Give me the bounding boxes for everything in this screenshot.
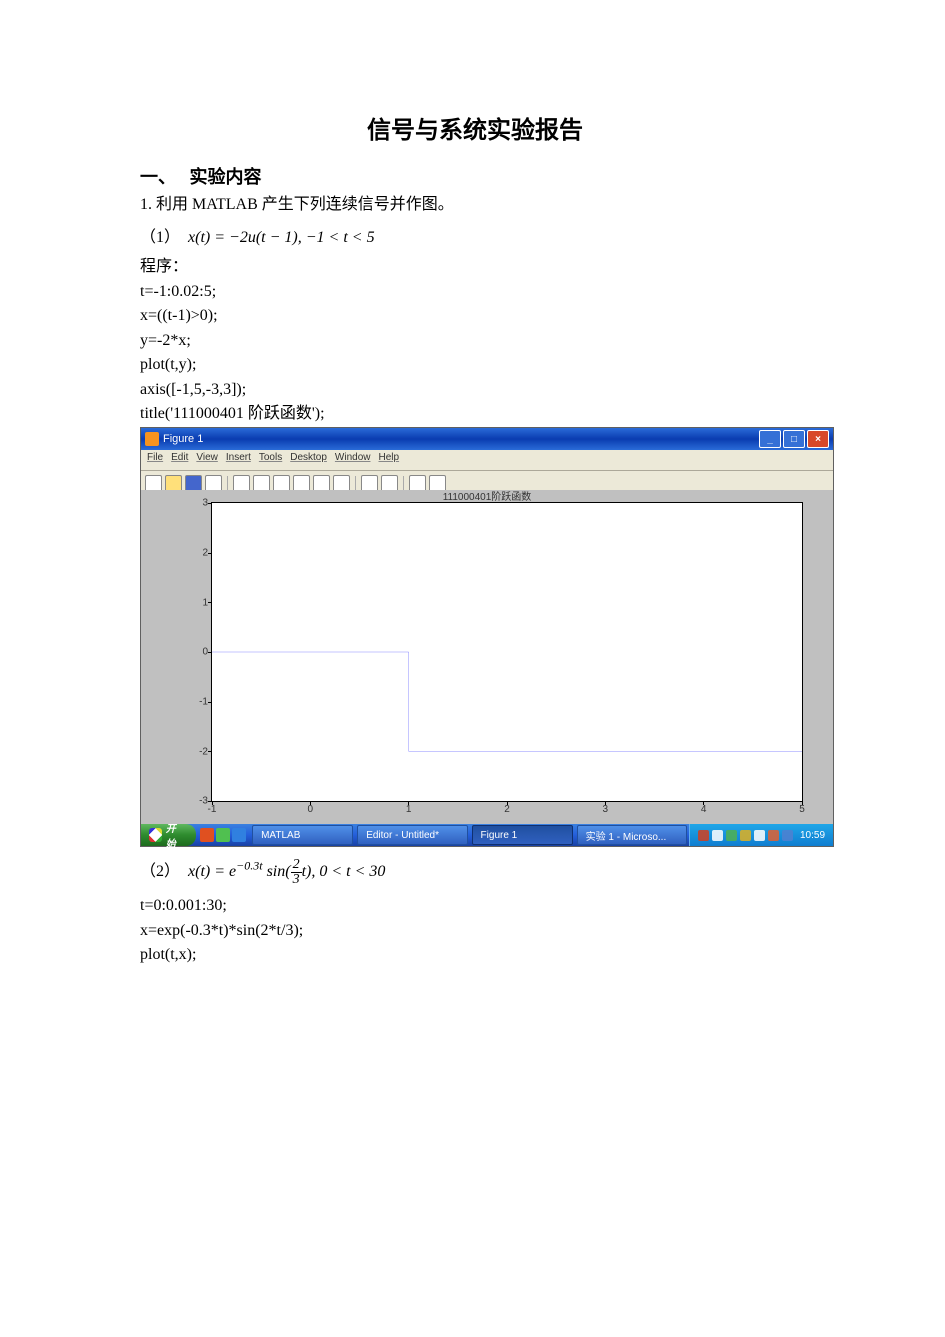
window-titlebar[interactable]: Figure 1 _ □ × — [141, 428, 833, 450]
taskbar-item-matlab[interactable]: MATLAB — [252, 825, 353, 845]
code-line: axis([-1,5,-3,3]); — [140, 379, 810, 401]
menu-window[interactable]: Window — [335, 452, 371, 468]
formula-1: （1） x(t) = −2u(t − 1), −1 < t < 5 — [140, 223, 810, 247]
x-tick-label: 5 — [799, 804, 805, 815]
page-title: 信号与系统实验报告 — [140, 110, 810, 145]
system-tray[interactable]: 10:59 — [689, 824, 833, 846]
quick-launch[interactable] — [200, 828, 246, 842]
menu-insert[interactable]: Insert — [226, 452, 251, 468]
code-line: x=((t-1)>0); — [140, 305, 810, 327]
document-page: 信号与系统实验报告 一、 实验内容 1. 利用 MATLAB 产生下列连续信号并… — [0, 0, 945, 1048]
tray-icon[interactable] — [712, 830, 723, 841]
section-heading: 一、 实验内容 — [140, 163, 810, 189]
x-tick-label: 0 — [308, 804, 314, 815]
formula-2-expr: x(t) = e−0.3t sin(23t), 0 < t < 30 — [188, 863, 385, 880]
program-label: 程序： — [140, 255, 810, 279]
y-tick-label: 1 — [194, 597, 208, 608]
code-line: plot(t,y); — [140, 354, 810, 376]
x-tick-label: -1 — [208, 804, 217, 815]
tray-icon[interactable] — [768, 830, 779, 841]
matlab-icon — [145, 432, 159, 446]
x-tick-label: 1 — [406, 804, 412, 815]
start-button[interactable]: 开始 — [141, 824, 196, 846]
y-tick-label: -2 — [194, 746, 208, 757]
quicklaunch-icon[interactable] — [232, 828, 246, 842]
y-tick-label: -3 — [194, 796, 208, 807]
quicklaunch-icon[interactable] — [216, 828, 230, 842]
code-line: plot(t,x); — [140, 944, 810, 966]
close-button[interactable]: × — [807, 430, 829, 448]
frac-den: 3 — [291, 873, 302, 887]
tray-icon[interactable] — [726, 830, 737, 841]
window-title-text: Figure 1 — [163, 433, 203, 445]
menu-help[interactable]: Help — [379, 452, 400, 468]
maximize-button[interactable]: □ — [783, 430, 805, 448]
code-line: t=0:0.001:30; — [140, 895, 810, 917]
fraction: 23 — [291, 858, 302, 887]
frac-num: 2 — [291, 858, 302, 873]
x-tick-label: 2 — [504, 804, 510, 815]
y-tick-label: 3 — [194, 498, 208, 509]
menu-tools[interactable]: Tools — [259, 452, 282, 468]
sub-label-2: （2） — [140, 863, 180, 880]
task-intro: 1. 利用 MATLAB 产生下列连续信号并作图。 — [140, 193, 810, 217]
plot-axes[interactable]: -3-2-10123-1012345 — [211, 502, 803, 802]
plot-line — [212, 503, 802, 801]
figure-canvas: 111000401阶跃函数 -3-2-10123-1012345 — [141, 490, 833, 824]
formula-2-exp: −0.3t — [236, 859, 262, 873]
y-tick-label: 2 — [194, 548, 208, 559]
tray-icon[interactable] — [698, 830, 709, 841]
x-tick-label: 3 — [603, 804, 609, 815]
quicklaunch-icon[interactable] — [200, 828, 214, 842]
start-label: 开始 — [166, 820, 184, 850]
menu-view[interactable]: View — [196, 452, 218, 468]
minimize-button[interactable]: _ — [759, 430, 781, 448]
code-line: t=-1:0.02:5; — [140, 281, 810, 303]
windows-logo-icon — [149, 828, 162, 842]
tray-icon[interactable] — [782, 830, 793, 841]
code-line: y=-2*x; — [140, 330, 810, 352]
windows-taskbar[interactable]: 开始 MATLAB Editor - Untitled* Figure 1 实验… — [141, 824, 833, 846]
section-title-text: 实验内容 — [190, 167, 262, 187]
menu-desktop[interactable]: Desktop — [290, 452, 327, 468]
tray-icon[interactable] — [740, 830, 751, 841]
x-tick-label: 4 — [701, 804, 707, 815]
matlab-figure-screenshot: Figure 1 _ □ × File Edit View Insert Too… — [140, 427, 834, 847]
tray-clock: 10:59 — [800, 830, 825, 841]
taskbar-item-word[interactable]: 实验 1 - Microso... — [577, 825, 687, 845]
menu-edit[interactable]: Edit — [171, 452, 188, 468]
section-number: 一、 — [140, 167, 176, 187]
tray-icon[interactable] — [754, 830, 765, 841]
taskbar-item-figure[interactable]: Figure 1 — [472, 825, 573, 845]
code-line: x=exp(-0.3*t)*sin(2*t/3); — [140, 920, 810, 942]
y-tick-label: 0 — [194, 647, 208, 658]
plot-title: 111000401阶跃函数 — [141, 488, 833, 503]
menu-file[interactable]: File — [147, 452, 163, 468]
sub-label-1: （1） — [140, 229, 180, 246]
formula-2: （2） x(t) = e−0.3t sin(23t), 0 < t < 30 — [140, 857, 810, 887]
code-line: title('111000401 阶跃函数'); — [140, 403, 810, 425]
y-tick-label: -1 — [194, 697, 208, 708]
formula-1-expr: x(t) = −2u(t − 1), −1 < t < 5 — [188, 229, 375, 246]
menu-bar[interactable]: File Edit View Insert Tools Desktop Wind… — [141, 450, 833, 471]
taskbar-item-editor[interactable]: Editor - Untitled* — [357, 825, 467, 845]
